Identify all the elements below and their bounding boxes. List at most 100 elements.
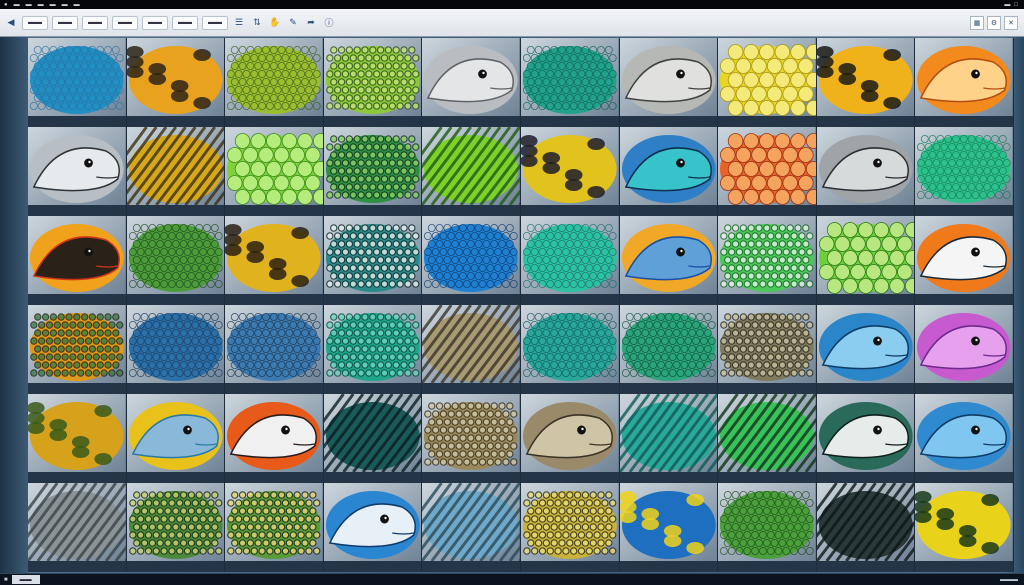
thumbnail-tile[interactable] — [520, 305, 620, 394]
menu-item[interactable]: ▬ — [26, 2, 32, 8]
thumbnail-tile[interactable] — [718, 127, 817, 216]
thumbnail-tile[interactable] — [816, 38, 916, 127]
thumbnail-tile[interactable] — [718, 216, 817, 305]
thumbnail-tile[interactable] — [126, 216, 226, 305]
thumbnail-tile[interactable] — [422, 38, 521, 127]
thumbnail-tile[interactable] — [28, 216, 127, 305]
thumbnail-tile[interactable] — [619, 216, 719, 305]
thumbnail-tile[interactable] — [225, 394, 324, 483]
hand-icon[interactable]: ✋ — [268, 16, 282, 30]
app-menu-icon[interactable]: ● — [4, 2, 8, 8]
thumbnail-tile[interactable] — [915, 394, 1014, 483]
thumbnail-image — [619, 483, 718, 561]
window-maximize-icon[interactable]: □ — [1014, 2, 1018, 8]
thumbnail-tile[interactable] — [422, 216, 521, 305]
thumbnail-tile[interactable] — [520, 127, 620, 216]
thumbnail-tile[interactable] — [915, 38, 1014, 127]
toolbar-button[interactable]: ▬▬ — [142, 15, 168, 30]
thumbnail-tile[interactable] — [422, 127, 521, 216]
thumbnail-tile[interactable] — [816, 127, 916, 216]
thumbnail-tile[interactable] — [915, 127, 1014, 216]
thumbnail-tile[interactable] — [323, 127, 423, 216]
thumbnail-tile[interactable] — [619, 305, 719, 394]
thumbnail-image — [422, 305, 520, 383]
thumbnail-tile[interactable] — [225, 483, 324, 572]
thumbnail-caption — [816, 472, 915, 483]
thumbnail-tile[interactable] — [422, 305, 521, 394]
thumbnail-tile[interactable] — [915, 216, 1014, 305]
thumbnail-tile[interactable] — [816, 216, 916, 305]
thumbnail-tile[interactable] — [520, 394, 620, 483]
thumbnail-caption — [915, 205, 1013, 216]
thumbnail-image — [422, 394, 520, 472]
thumbnail-tile[interactable] — [28, 305, 127, 394]
thumbnail-tile[interactable] — [323, 305, 423, 394]
settings-icon[interactable]: ⚙ — [987, 15, 1001, 30]
thumbnail-caption — [126, 561, 225, 572]
thumbnail-tile[interactable] — [225, 305, 324, 394]
thumbnail-tile[interactable] — [915, 305, 1014, 394]
share-icon[interactable]: ➦ — [304, 16, 318, 30]
back-icon[interactable]: ◀ — [4, 16, 18, 30]
thumbnail-tile[interactable] — [126, 483, 226, 572]
grid-view-icon[interactable]: ▦ — [970, 15, 984, 30]
toolbar-button[interactable]: ▬▬ — [52, 15, 78, 30]
thumbnail-tile[interactable] — [28, 483, 127, 572]
pen-icon[interactable]: ✎ — [286, 16, 300, 30]
thumbnail-tile[interactable] — [915, 483, 1014, 572]
thumbnail-caption — [718, 116, 816, 127]
menu-item[interactable]: ▬ — [14, 2, 20, 8]
thumbnail-tile[interactable] — [619, 483, 719, 572]
thumbnail-tile[interactable] — [323, 394, 423, 483]
menu-item[interactable]: ▬ — [50, 2, 56, 8]
thumbnail-tile[interactable] — [816, 483, 916, 572]
window-minimize-icon[interactable]: ▬ — [1004, 2, 1010, 8]
thumbnail-tile[interactable] — [718, 394, 817, 483]
thumbnail-tile[interactable] — [520, 216, 620, 305]
toolbar-button[interactable]: ▬▬ — [202, 15, 228, 30]
thumbnail-tile[interactable] — [225, 127, 324, 216]
menu-item[interactable]: ▬ — [74, 2, 80, 8]
thumbnail-tile[interactable] — [619, 394, 719, 483]
toolbar-button[interactable]: ▬▬ — [112, 15, 138, 30]
status-field[interactable]: ▬▬ — [11, 575, 40, 584]
thumbnail-tile[interactable] — [718, 38, 817, 127]
thumbnail-tile[interactable] — [126, 38, 226, 127]
thumbnail-tile[interactable] — [126, 127, 226, 216]
menu-item[interactable]: ▬ — [38, 2, 44, 8]
thumbnail-caption — [816, 561, 915, 572]
thumbnail-tile[interactable] — [28, 38, 127, 127]
thumbnail-caption — [718, 472, 816, 483]
thumbnail-tile[interactable] — [422, 394, 521, 483]
toolbar-button[interactable]: ▬▬ — [172, 15, 198, 30]
list-view-icon[interactable]: ☰ — [232, 16, 246, 30]
thumbnail-tile[interactable] — [422, 483, 521, 572]
thumbnail-caption — [619, 472, 718, 483]
thumbnail-image — [619, 305, 718, 383]
thumbnail-tile[interactable] — [816, 305, 916, 394]
toolbar-button[interactable]: ▬▬ — [22, 15, 48, 30]
thumbnail-tile[interactable] — [126, 394, 226, 483]
thumbnail-tile[interactable] — [816, 394, 916, 483]
thumbnail-tile[interactable] — [28, 127, 127, 216]
thumbnail-tile[interactable] — [619, 38, 719, 127]
thumbnail-tile[interactable] — [520, 483, 620, 572]
thumbnail-tile[interactable] — [28, 394, 127, 483]
close-icon[interactable]: ✕ — [1004, 15, 1018, 30]
thumbnail-tile[interactable] — [323, 483, 423, 572]
thumbnail-tile[interactable] — [520, 38, 620, 127]
thumbnail-tile[interactable] — [323, 216, 423, 305]
toolbar-button[interactable]: ▬▬ — [82, 15, 108, 30]
info-icon[interactable]: ⓘ — [322, 16, 336, 30]
thumbnail-tile[interactable] — [126, 305, 226, 394]
thumbnail-caption — [28, 116, 126, 127]
thumbnail-tile[interactable] — [225, 38, 324, 127]
thumbnail-tile[interactable] — [619, 127, 719, 216]
thumbnail-tile[interactable] — [718, 305, 817, 394]
menu-item[interactable]: ▬ — [62, 2, 68, 8]
thumbnail-tile[interactable] — [225, 216, 324, 305]
sort-icon[interactable]: ⇅ — [250, 16, 264, 30]
thumbnail-tile[interactable] — [718, 483, 817, 572]
thumbnail-tile[interactable] — [323, 38, 423, 127]
thumbnail-caption — [816, 205, 915, 216]
